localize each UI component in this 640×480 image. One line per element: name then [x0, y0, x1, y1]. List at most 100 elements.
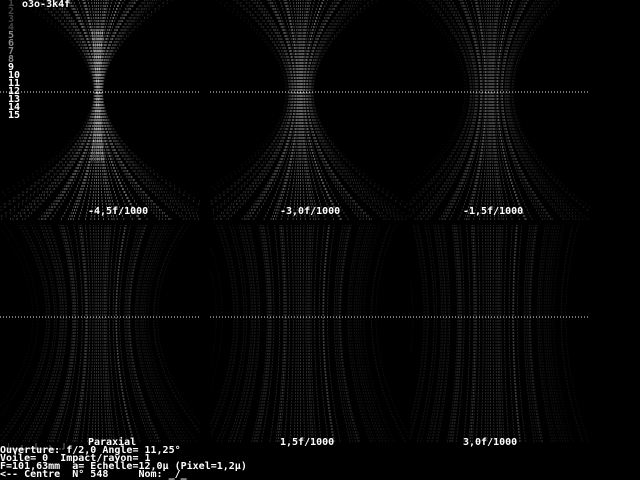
spot-panel: [210, 0, 410, 220]
ray-trace-line: [512, 0, 590, 208]
ray-trace-line: [3, 0, 95, 205]
ray-trace-line: [104, 225, 113, 442]
ray-trace-line: [98, 0, 99, 220]
spot-diagram: [210, 225, 410, 442]
ray-trace-line: [277, 225, 286, 442]
status-navigation[interactable]: <-- Centre N° 548 Nom: _/_: [0, 470, 187, 480]
ray-trace-line: [322, 225, 335, 442]
ray-trace-line: [353, 225, 380, 442]
ray-trace-line: [146, 225, 195, 442]
spot-diagram: [410, 0, 590, 220]
ray-trace-line: [410, 0, 468, 190]
defocus-label: -3,0f/1000: [280, 206, 341, 217]
ray-trace-line: [312, 0, 410, 211]
ray-trace-line: [49, 225, 75, 442]
ray-trace-line: [410, 225, 428, 433]
ray-trace-line: [314, 225, 322, 442]
ray-trace-line: [410, 225, 429, 439]
ray-trace-line: [305, 225, 310, 442]
ray-trace-line: [213, 0, 292, 214]
ray-trace-line: [1, 0, 96, 217]
ray-trace-line: [129, 225, 161, 442]
ray-trace-line: [212, 0, 292, 211]
ray-trace-line: [498, 225, 503, 442]
ray-trace-line: [310, 0, 409, 217]
spot-diagram: [210, 0, 410, 220]
ray-trace-line: [0, 0, 96, 208]
spot-panel: [410, 225, 590, 443]
ray-trace-line: [38, 0, 97, 220]
ray-trace-line: [0, 230, 34, 406]
ray-trace-line: [359, 225, 389, 442]
ray-trace-line: [492, 225, 495, 442]
ray-trace-line: [411, 0, 472, 205]
ray-trace-line: [210, 0, 291, 205]
ray-trace-line: [375, 225, 410, 439]
ray-trace-line: [91, 225, 96, 442]
ray-trace-line: [560, 225, 583, 442]
spot-panel: [0, 0, 200, 220]
ray-trace-line: [12, 0, 97, 220]
ray-trace-line: [511, 0, 589, 211]
ray-trace-line: [561, 225, 584, 442]
ray-trace-line: [211, 225, 238, 433]
ray-trace-line: [212, 0, 291, 205]
ray-trace-line: [22, 225, 61, 442]
ray-trace-line: [487, 225, 489, 442]
ray-trace-line: [293, 225, 297, 442]
ray-trace-line: [490, 0, 491, 220]
ray-trace-line: [471, 225, 477, 442]
ray-trace-line: [153, 225, 200, 433]
ray-trace-line: [102, 0, 199, 205]
ray-trace-line: [300, 0, 301, 220]
ray-trace-line: [98, 225, 99, 442]
ray-trace-line: [153, 225, 200, 433]
ray-trace-line: [355, 225, 383, 442]
ray-trace-line: [339, 225, 359, 442]
spot-panel: [410, 0, 590, 220]
defocus-label: -4,5f/1000: [88, 206, 149, 217]
ray-trace-line: [296, 225, 299, 442]
ray-trace-line: [109, 225, 121, 442]
ray-trace-line: [212, 0, 287, 187]
ray-trace-line: [312, 0, 410, 211]
ray-trace-line: [363, 225, 395, 442]
ray-trace-line: [254, 225, 270, 442]
spot-diagram: [410, 225, 590, 442]
ray-trace-line: [468, 225, 475, 442]
ray-trace-line: [144, 225, 191, 442]
ray-trace-line: [412, 0, 474, 211]
ray-trace-line: [101, 0, 199, 217]
spot-core: [91, 29, 105, 161]
ray-trace-line: [2, 225, 51, 442]
ray-trace-line: [504, 225, 510, 442]
ray-trace-line: [279, 225, 287, 442]
ray-trace-line: [470, 225, 476, 442]
ray-trace-line: [312, 0, 408, 205]
ray-trace-line: [101, 0, 197, 214]
ray-trace-line: [228, 225, 252, 442]
ray-trace-line: [127, 225, 157, 442]
ray-trace-line: [101, 0, 197, 211]
ray-trace-line: [490, 225, 491, 442]
ray-trace-line: [15, 225, 57, 442]
spot-panel: [0, 225, 200, 443]
ray-trace-line: [302, 225, 305, 442]
ray-trace-line: [565, 225, 589, 442]
ray-trace-line: [310, 225, 317, 442]
ray-trace-line: [214, 0, 288, 190]
ray-trace-line: [420, 225, 438, 442]
ray-trace-line: [410, 0, 472, 205]
defocus-label: -1,5f/1000: [463, 206, 524, 217]
ray-trace-line: [370, 225, 406, 442]
ray-trace-line: [261, 225, 275, 442]
ray-trace-line: [102, 0, 200, 205]
defocus-label: 1,5f/1000: [280, 437, 335, 448]
ray-trace-line: [362, 225, 393, 442]
ray-trace-line: [1, 225, 39, 415]
ray-trace-line: [449, 225, 460, 442]
ray-trace-line: [47, 225, 74, 442]
ray-trace-line: [435, 225, 449, 442]
ray-trace-line: [309, 0, 399, 220]
ray-trace-line: [417, 225, 435, 442]
